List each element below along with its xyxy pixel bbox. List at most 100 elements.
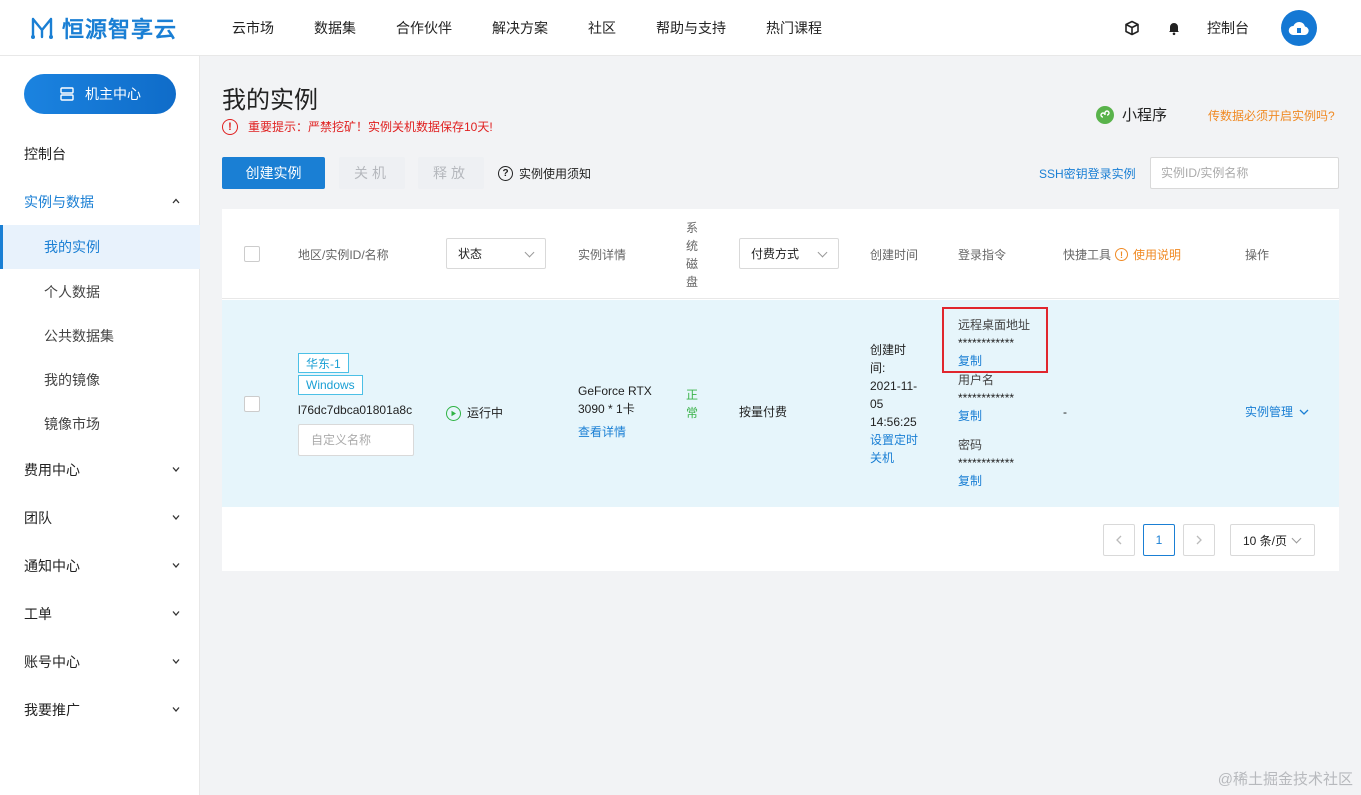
- instance-manage-label: 实例管理: [1245, 405, 1294, 419]
- sidebar-item-billing[interactable]: 费用中心: [0, 448, 200, 492]
- status-filter-select[interactable]: 状态: [446, 238, 546, 269]
- avatar[interactable]: [1281, 10, 1317, 46]
- sidebar-item-label: 实例与数据: [24, 194, 94, 210]
- instance-manage-dropdown[interactable]: 实例管理: [1245, 403, 1309, 421]
- bell-icon[interactable]: [1165, 19, 1183, 37]
- server-icon: [59, 86, 75, 102]
- select-all-checkbox[interactable]: [244, 246, 260, 262]
- copy-rdp-button[interactable]: 复制: [958, 352, 982, 370]
- billing-mode: 按量付费: [739, 405, 788, 419]
- sidebar-item-promotion[interactable]: 我要推广: [0, 688, 200, 732]
- console-link[interactable]: 控制台: [1207, 18, 1249, 38]
- schedule-shutdown-link-2[interactable]: 关机: [870, 449, 894, 467]
- custom-name-input[interactable]: [298, 424, 414, 456]
- created-date-2: 05: [870, 397, 884, 411]
- brand-name: 恒源智享云: [62, 16, 178, 42]
- copy-password-button[interactable]: 复制: [958, 472, 982, 490]
- logo-icon: [30, 16, 54, 40]
- rdp-value: ************: [958, 336, 1015, 350]
- sidebar-item-team[interactable]: 团队: [0, 496, 200, 540]
- sidebar-item-label: 工单: [24, 606, 52, 622]
- sidebar-item-tickets[interactable]: 工单: [0, 592, 200, 636]
- page-size-select[interactable]: 10 条/页: [1230, 524, 1315, 556]
- nav-item-cloud-market[interactable]: 云市场: [232, 18, 294, 38]
- search-input[interactable]: [1150, 157, 1339, 189]
- billing-filter-select[interactable]: 付费方式: [739, 238, 839, 269]
- tools-value: -: [1063, 405, 1067, 419]
- sidebar-item-console[interactable]: 控制台: [0, 132, 200, 176]
- nav-item-courses[interactable]: 热门课程: [746, 18, 842, 38]
- instance-notice-link[interactable]: ? 实例使用须知: [498, 165, 591, 182]
- nav-item-help[interactable]: 帮助与支持: [636, 18, 746, 38]
- chevron-down-icon: [172, 707, 180, 712]
- sidebar-item-my-instances[interactable]: 我的实例: [0, 225, 200, 269]
- chevron-down-icon: [172, 659, 180, 664]
- page-number-button[interactable]: 1: [1143, 524, 1175, 556]
- disk-status-char: 正: [685, 388, 698, 402]
- sidebar-item-account[interactable]: 账号中心: [0, 640, 200, 684]
- sidebar-item-label: 团队: [24, 510, 52, 526]
- mini-program-label: 小程序: [1122, 107, 1168, 124]
- tools-help-link[interactable]: ! 使用说明: [1115, 246, 1181, 263]
- mini-program-link[interactable]: 小程序: [1096, 104, 1167, 125]
- nav-item-solutions[interactable]: 解决方案: [472, 18, 568, 38]
- header-tools: 快捷工具: [1063, 248, 1112, 262]
- instance-table: 地区/实例ID/名称 状态 实例详情 系 统 磁 盘 付费方式 创建时间 登录指…: [222, 209, 1339, 571]
- chevron-down-icon: [172, 467, 180, 472]
- chevron-down-icon: [1291, 533, 1302, 544]
- tools-help-label: 使用说明: [1133, 248, 1182, 262]
- chevron-down-icon: [817, 247, 828, 258]
- shutdown-button[interactable]: 关机: [339, 157, 405, 189]
- transfer-data-help-link[interactable]: 传数据必须开启实例吗?: [1208, 107, 1335, 124]
- header-created: 创建时间: [870, 248, 919, 262]
- created-date-1: 2021-11-: [870, 379, 918, 393]
- ssh-login-link[interactable]: SSH密钥登录实例: [1039, 165, 1136, 182]
- sidebar-item-image-market[interactable]: 镜像市场: [0, 402, 200, 446]
- sidebar-item-instances-data[interactable]: 实例与数据: [0, 180, 200, 224]
- play-circle-icon: [446, 405, 461, 421]
- view-detail-link[interactable]: 查看详情: [578, 423, 626, 441]
- release-button[interactable]: 释放: [418, 157, 484, 189]
- brand-logo[interactable]: 恒源智享云: [30, 12, 230, 44]
- header-actions: 操作: [1245, 248, 1270, 262]
- header-disk-char: 磁: [685, 257, 698, 271]
- host-center-button[interactable]: 机主中心: [24, 74, 176, 114]
- wechat-mini-program-icon: [1096, 105, 1114, 124]
- chevron-down-icon: [172, 515, 180, 520]
- region-tag: 华东-1: [298, 353, 349, 373]
- cube-icon[interactable]: [1123, 19, 1141, 37]
- sidebar-item-my-images[interactable]: 我的镜像: [0, 358, 200, 402]
- nav-item-datasets[interactable]: 数据集: [294, 18, 376, 38]
- page-size-label: 10 条/页: [1243, 533, 1288, 548]
- question-icon: ?: [498, 166, 513, 181]
- instance-id: l76dc7dbca01801a8c: [298, 403, 413, 417]
- chevron-down-icon: [172, 563, 180, 568]
- sidebar-item-public-datasets[interactable]: 公共数据集: [0, 314, 200, 358]
- disk-status-char: 常: [685, 406, 698, 420]
- row-checkbox[interactable]: [244, 396, 260, 412]
- sidebar-item-label: 费用中心: [24, 462, 80, 478]
- password-label: 密码: [958, 438, 983, 452]
- sidebar: 机主中心 控制台 实例与数据 我的实例 个人数据 公共数据集 我的镜像 镜像市场…: [0, 56, 200, 795]
- warning-text: 重要提示：严禁挖矿！实例关机数据保存10天!: [248, 120, 493, 134]
- next-page-button[interactable]: [1183, 524, 1215, 556]
- gpu-spec-line1: GeForce RTX: [578, 384, 652, 398]
- schedule-shutdown-link-1[interactable]: 设置定时: [870, 431, 918, 449]
- sidebar-item-label: 我要推广: [24, 702, 80, 718]
- sidebar-item-notifications[interactable]: 通知中心: [0, 544, 200, 588]
- main-content: 我的实例 ! 重要提示：严禁挖矿！实例关机数据保存10天! 小程序 传数据必须开…: [200, 56, 1361, 795]
- nav-item-partners[interactable]: 合作伙伴: [376, 18, 472, 38]
- table-row: 华东-1 Windows l76dc7dbca01801a8c 运行中 GeFo…: [222, 300, 1339, 507]
- header-disk-char: 盘: [685, 275, 698, 289]
- chevron-down-icon: [1299, 409, 1309, 415]
- status-filter-label: 状态: [458, 247, 483, 261]
- copy-username-button[interactable]: 复制: [958, 407, 982, 425]
- sidebar-item-personal-data[interactable]: 个人数据: [0, 270, 200, 314]
- page-title: 我的实例: [222, 87, 318, 114]
- nav-item-community[interactable]: 社区: [568, 18, 636, 38]
- prev-page-button[interactable]: [1103, 524, 1135, 556]
- top-navbar: 恒源智享云 云市场 数据集 合作伙伴 解决方案 社区 帮助与支持 热门课程 控制…: [0, 0, 1361, 56]
- table-header: 地区/实例ID/名称 状态 实例详情 系 统 磁 盘 付费方式 创建时间 登录指…: [222, 209, 1339, 299]
- top-right-tools: 控制台: [1123, 0, 1317, 56]
- create-instance-button[interactable]: 创建实例: [222, 157, 325, 189]
